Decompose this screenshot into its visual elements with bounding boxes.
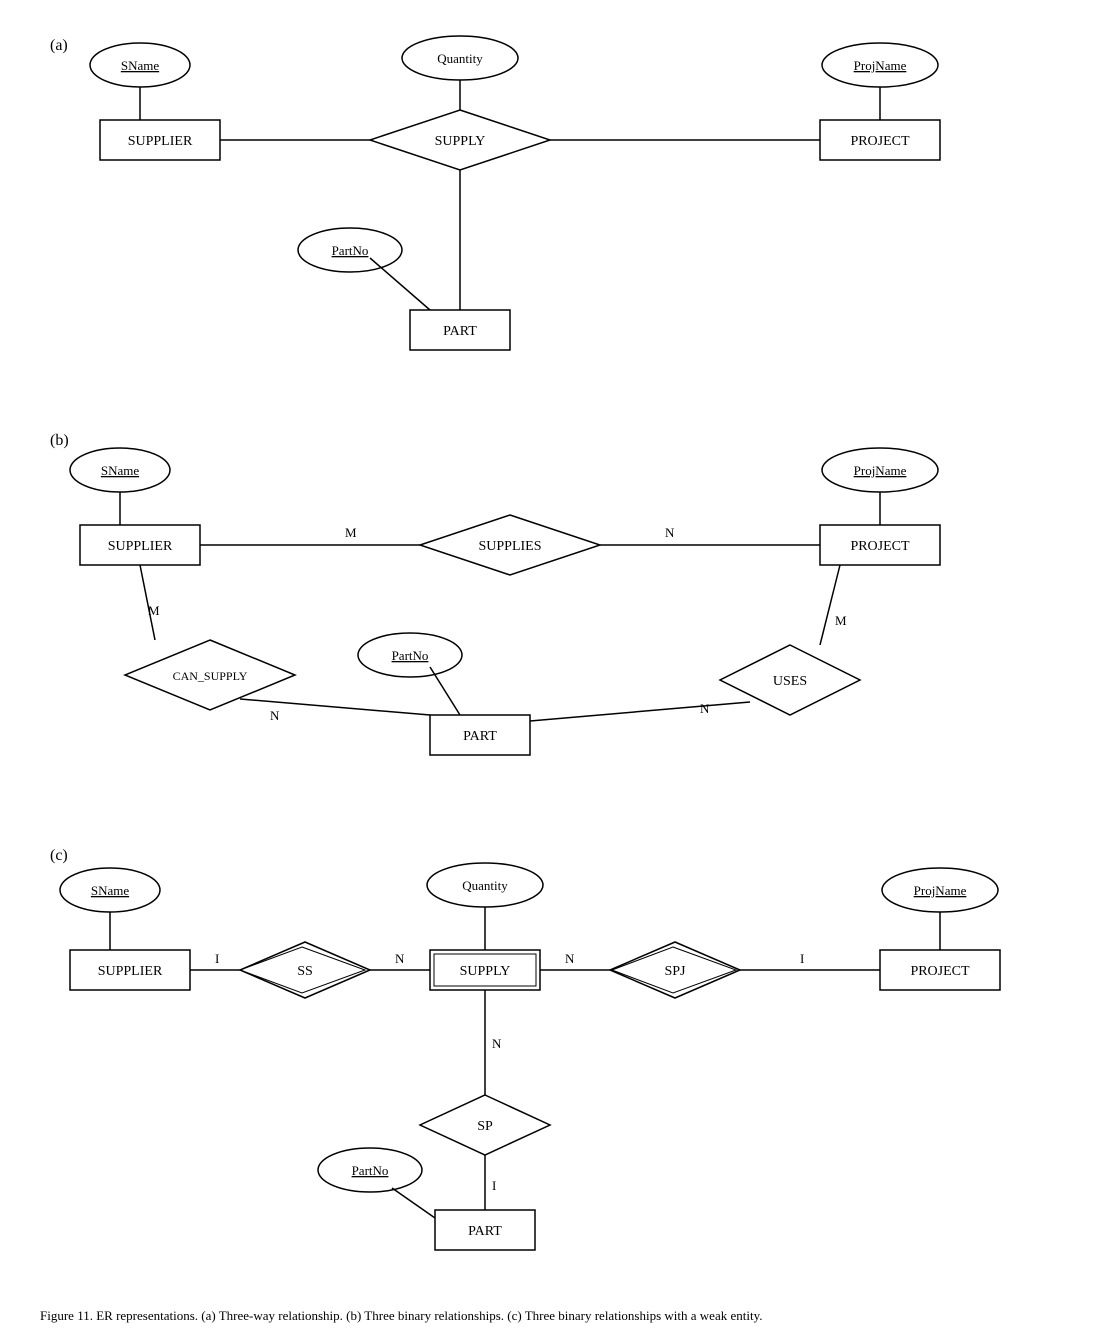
relationship-cansupply-b-label: CAN_SUPPLY xyxy=(173,669,248,683)
page: (a) SUPPLIER SUPPLY PROJECT PART SName Q… xyxy=(0,0,1104,1334)
cardinality-m1-b: M xyxy=(345,525,357,540)
entity-project-b-label: PROJECT xyxy=(850,539,910,554)
entity-part-a-label: PART xyxy=(443,324,477,339)
relationship-ss-c-label: SS xyxy=(297,964,313,979)
entity-project-c-label: PROJECT xyxy=(910,964,970,979)
entity-part-c-label: PART xyxy=(468,1224,502,1239)
attr-quantity-c-label: Quantity xyxy=(462,878,508,893)
cardinality-m2-b: M xyxy=(148,603,160,618)
attr-partno-a-label: PartNo xyxy=(332,243,369,258)
line-cansupply-part-b xyxy=(240,699,430,715)
relationship-sp-c-label: SP xyxy=(477,1119,493,1134)
diagram-a: (a) SUPPLIER SUPPLY PROJECT PART SName Q… xyxy=(40,20,1104,410)
entity-supplier-a-label: SUPPLIER xyxy=(128,134,193,149)
attr-sname-b-label: SName xyxy=(101,463,140,478)
entity-supply-c-label: SUPPLY xyxy=(460,964,511,979)
cardinality-n2-b: N xyxy=(270,708,280,723)
relationship-supplies-b-label: SUPPLIES xyxy=(478,539,541,554)
cardinality-m3-b: M xyxy=(835,613,847,628)
attr-partno-b-label: PartNo xyxy=(392,648,429,663)
attr-projname-a-label: ProjName xyxy=(854,58,907,73)
cardinality-i3-c: I xyxy=(492,1178,496,1193)
cardinality-i1-c: I xyxy=(215,951,219,966)
attr-projname-c-label: ProjName xyxy=(914,883,967,898)
cardinality-i2-c: I xyxy=(800,951,804,966)
line-uses-part-b xyxy=(530,702,750,721)
line-partno-part-c xyxy=(392,1188,435,1218)
cardinality-n1-c: N xyxy=(395,951,405,966)
cardinality-n1-b: N xyxy=(665,525,675,540)
line-partno-part-a xyxy=(370,258,430,310)
attr-quantity-a-label: Quantity xyxy=(437,51,483,66)
diagram-c: (c) SUPPLIER SUPPLY PROJECT PART SName Q… xyxy=(40,830,1104,1300)
line-partno-part-b xyxy=(430,667,460,715)
relationship-supply-a-label: SUPPLY xyxy=(435,134,486,149)
attr-projname-b-label: ProjName xyxy=(854,463,907,478)
attr-partno-c-label: PartNo xyxy=(352,1163,389,1178)
entity-supplier-b-label: SUPPLIER xyxy=(108,539,173,554)
cardinality-n3-b: N xyxy=(700,701,710,716)
line-project-uses-b xyxy=(820,565,840,645)
attr-sname-c-label: SName xyxy=(91,883,130,898)
label-b: (b) xyxy=(50,432,69,449)
diagram-b: (b) SUPPLIER PROJECT PART SName ProjName… xyxy=(40,415,1104,825)
relationship-uses-b-label: USES xyxy=(773,674,807,689)
caption: Figure 11. ER representations. (a) Three… xyxy=(20,1308,1084,1324)
entity-part-b-label: PART xyxy=(463,729,497,744)
label-c: (c) xyxy=(50,847,68,864)
cardinality-n3-c: N xyxy=(492,1036,502,1051)
attr-sname-a-label: SName xyxy=(121,58,160,73)
label-a: (a) xyxy=(50,37,68,54)
entity-project-a-label: PROJECT xyxy=(850,134,910,149)
cardinality-n2-c: N xyxy=(565,951,575,966)
entity-supplier-c-label: SUPPLIER xyxy=(98,964,163,979)
relationship-spj-c-label: SPJ xyxy=(664,964,686,979)
